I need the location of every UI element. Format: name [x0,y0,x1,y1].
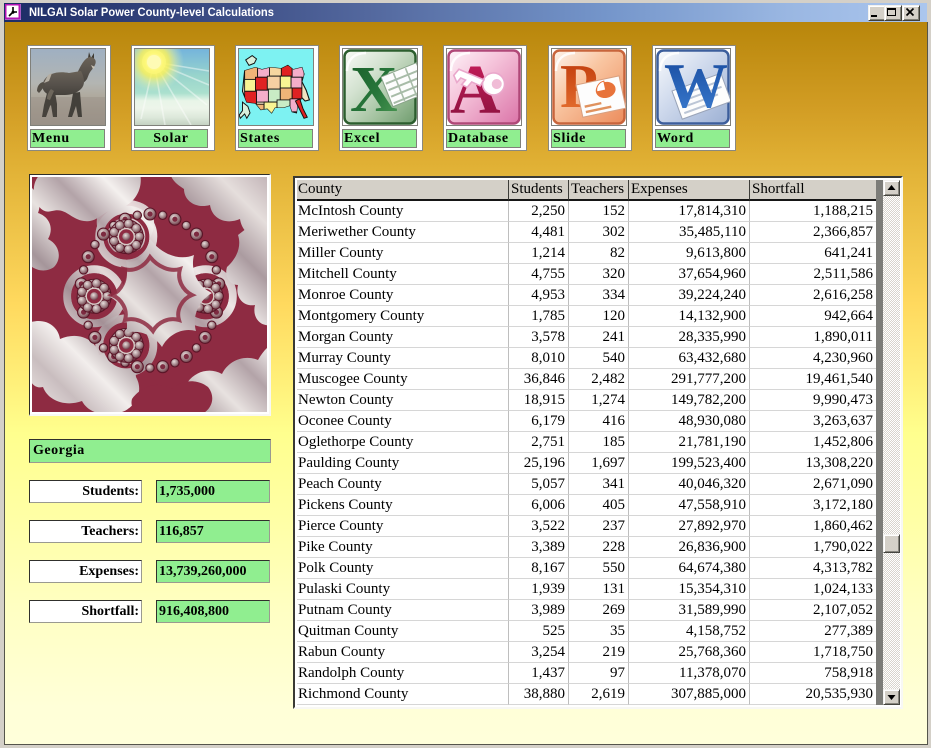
svg-text:W: W [664,50,728,121]
